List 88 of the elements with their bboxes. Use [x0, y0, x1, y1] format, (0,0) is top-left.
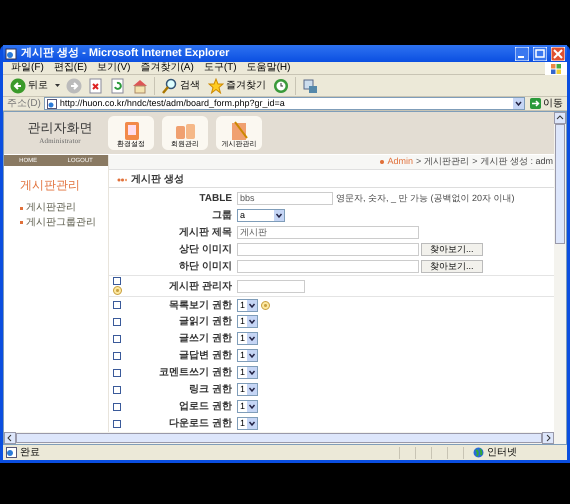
hint-text: 영문자, 숫자, _ 만 가능 (공백없이 20자 이내) [335, 192, 515, 205]
select-field[interactable]: 1 [237, 417, 258, 430]
go-button[interactable]: 이동 [528, 96, 565, 111]
toolbar-button[interactable]: 검색 [161, 76, 201, 96]
breadcrumb-separator: > [472, 155, 478, 168]
select-field[interactable]: a [237, 209, 285, 222]
window-title: 게시판 생성 - Microsoft Internet Explorer [21, 46, 230, 62]
minimize-button[interactable] [515, 46, 529, 60]
sidebar-heading: 게시판관리 [20, 177, 81, 194]
select-field[interactable]: 1 [237, 332, 258, 345]
field-label: 업로드 권한 [178, 400, 233, 414]
checkbox[interactable] [113, 420, 121, 428]
toolbar-button[interactable]: 뒤로 [9, 76, 49, 96]
browse-button[interactable]: 찾아보기... [421, 243, 483, 256]
field-label: 다운로드 권한 [168, 417, 233, 431]
star-icon [208, 78, 224, 94]
page-icon [6, 447, 17, 458]
breadcrumb-separator: > [416, 155, 422, 168]
vertical-scrollbar[interactable] [554, 112, 566, 432]
checkbox[interactable] [113, 334, 121, 342]
menu-item[interactable]: 파일(F) [11, 63, 44, 73]
menu-item[interactable]: 도움말(H) [246, 63, 290, 73]
checkbox[interactable] [113, 318, 121, 326]
dots-icon [117, 178, 127, 182]
field-label: 하단 이미지 [178, 260, 233, 274]
globe-icon [473, 447, 484, 458]
text-field[interactable]: bbs [237, 192, 333, 205]
field-label: 그룹 [211, 209, 233, 223]
help-icon [112, 286, 122, 295]
sidebar-link[interactable]: 게시판그룹관리 [26, 216, 96, 229]
checkbox[interactable] [113, 368, 121, 376]
scroll-thumb[interactable] [555, 124, 565, 244]
field-label: 글읽기 권한 [178, 315, 233, 329]
stop-icon[interactable] [88, 78, 104, 94]
close-button[interactable] [551, 46, 565, 60]
go-arrow-icon [530, 98, 541, 109]
logo-title: 관리자화면 [28, 120, 92, 136]
search-icon [162, 78, 178, 94]
refresh-icon[interactable] [110, 78, 126, 94]
select-field[interactable]: 1 [237, 298, 258, 312]
menu-item[interactable]: 보기(V) [97, 63, 130, 73]
page-icon [46, 98, 57, 108]
select-field[interactable]: 1 [237, 400, 258, 413]
checkbox[interactable] [113, 301, 121, 309]
menu-item[interactable]: 도구(T) [204, 63, 237, 73]
sidebar-link[interactable]: 게시판관리 [26, 202, 76, 214]
horizontal-scrollbar[interactable] [4, 432, 566, 444]
bullet-icon [20, 206, 23, 210]
maximize-button[interactable] [533, 46, 547, 60]
text-field[interactable]: 게시판 [237, 226, 419, 239]
dropdown-caret-icon[interactable] [55, 84, 60, 88]
field-label: 게시판 관리자 [168, 280, 233, 294]
bullet-icon [380, 160, 384, 164]
field-label: 글쓰기 권한 [178, 332, 233, 346]
field-label: TABLE [198, 192, 233, 206]
field-label: 상단 이미지 [178, 243, 233, 257]
checkbox[interactable] [113, 352, 121, 360]
checkbox[interactable] [113, 386, 121, 394]
select-field[interactable]: 1 [237, 315, 258, 328]
field-label: 링크 권한 [188, 383, 233, 397]
checkbox[interactable] [113, 402, 121, 410]
select-field[interactable]: 1 [237, 383, 258, 396]
toolbar-button[interactable]: 즐겨찾기 [207, 76, 267, 96]
checkbox[interactable] [113, 277, 121, 285]
menu-item[interactable]: 즐겨찾기(A) [140, 63, 194, 73]
scroll-thumb[interactable] [16, 433, 542, 443]
select-field[interactable]: 1 [237, 349, 258, 362]
breadcrumb-item: 게시판관리 [424, 155, 470, 168]
browse-button[interactable]: 찾아보기... [421, 260, 483, 273]
page-icon [5, 48, 17, 60]
history-icon[interactable] [273, 78, 289, 94]
status-text: 완료 [20, 446, 41, 460]
home-icon[interactable] [132, 78, 148, 94]
field-label: 목록보기 권한 [168, 298, 233, 312]
file-field[interactable] [237, 243, 419, 256]
address-field[interactable]: http://huon.co.kr/hndc/test/adm/board_form.php?gr_id=a [44, 97, 525, 110]
bullet-icon [20, 221, 23, 224]
select-field[interactable]: 1 [237, 366, 258, 379]
text-field[interactable] [237, 280, 305, 292]
field-label: 코멘트쓰기 권한 [158, 366, 233, 380]
field-label: 게시판 제목 [178, 226, 233, 240]
section-title: 게시판 생성 [131, 173, 184, 187]
field-label: 글답변 권한 [178, 349, 233, 363]
zone-text: 인터넷 [487, 446, 518, 460]
address-label: 주소(D) [7, 97, 41, 111]
menu-item[interactable]: 편집(E) [54, 63, 88, 73]
file-field[interactable] [237, 260, 419, 273]
breadcrumb-item: 게시판 생성 : adm [480, 155, 553, 168]
